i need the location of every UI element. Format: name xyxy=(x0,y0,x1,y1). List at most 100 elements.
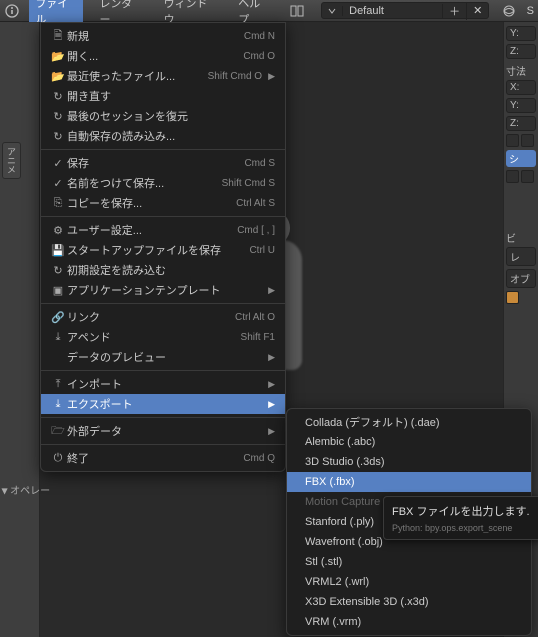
menu-item-label: スタートアップファイルを保存 xyxy=(67,242,249,258)
cube-icon[interactable] xyxy=(506,291,519,304)
lock-icon[interactable] xyxy=(506,134,519,147)
refresh-icon: ↻ xyxy=(49,90,67,103)
pencil-icon[interactable] xyxy=(506,170,519,183)
dim-x[interactable]: X: xyxy=(506,80,536,95)
file-menu-item-25[interactable]: ⏻終了Cmd Q xyxy=(41,448,285,468)
chevron-right-icon: ▶ xyxy=(268,426,275,437)
menu-item-label: 自動保存の読み込み... xyxy=(67,128,275,144)
scene-dropdown[interactable] xyxy=(322,6,343,16)
save-icon: 💾 xyxy=(49,244,67,257)
file-menu-item-12[interactable]: 💾スタートアップファイルを保存Ctrl U xyxy=(41,240,285,260)
scene-link-icon[interactable] xyxy=(501,3,516,19)
export-item-label: X3D Extensible 3D (.x3d) xyxy=(305,596,521,608)
scene-remove-icon[interactable]: ✕ xyxy=(467,3,488,18)
menu-item-label: エクスポート xyxy=(67,396,262,412)
export-item-label: VRML2 (.wrl) xyxy=(305,576,521,588)
export-item-label: Stl (.stl) xyxy=(305,556,521,568)
file-menu-item-18[interactable]: データのプレビュー▶ xyxy=(41,347,285,367)
file-menu-item-20[interactable]: ⤒インポート ▶ xyxy=(41,374,285,394)
scene-name[interactable]: Default xyxy=(343,4,443,18)
info-icon[interactable] xyxy=(4,3,19,19)
file-menu-item-23[interactable]: 🗁外部データ ▶ xyxy=(41,421,285,441)
chevron-right-icon: ▶ xyxy=(268,379,275,390)
file-menu-item-7[interactable]: ✓保存Cmd S xyxy=(41,153,285,173)
world-icon[interactable] xyxy=(521,170,534,183)
menu-item-label: 最後のセッションを復元 xyxy=(67,108,275,124)
scene-selector[interactable]: Default ＋ ✕ xyxy=(321,2,489,19)
menu-item-accel: Cmd O xyxy=(243,51,275,62)
file-menu-item-2[interactable]: 📂最近使ったファイル...Shift Cmd O▶ xyxy=(41,66,285,86)
menu-item-label: リンク xyxy=(67,309,235,325)
menu-item-accel: Ctrl U xyxy=(249,245,275,256)
left-tab[interactable]: アニメ xyxy=(2,142,21,179)
tooltip-python: Python: bpy.ops.export_scene xyxy=(392,523,534,533)
dim-y[interactable]: Y: xyxy=(506,98,536,113)
file-menu-item-5[interactable]: ↻自動保存の読み込み... xyxy=(41,126,285,146)
ext-icon: 🗁 xyxy=(49,422,67,441)
menu-item-label: ユーザー設定... xyxy=(67,222,237,238)
file-menu-item-14[interactable]: ▣アプリケーションテンプレート▶ xyxy=(41,280,285,300)
export-item-8[interactable]: VRML2 (.wrl) xyxy=(287,572,531,592)
export-item-7[interactable]: Stl (.stl) xyxy=(287,552,531,572)
menu-item-label: 新規 xyxy=(67,28,244,44)
file-menu-item-21[interactable]: ⤓エクスポート▶ xyxy=(41,394,285,414)
file-menu-item-0[interactable]: 🗎新規Cmd N xyxy=(41,26,285,46)
file-menu-item-13[interactable]: ↻初期設定を読み込む xyxy=(41,260,285,280)
operator-panel-header[interactable]: ▶オペレー xyxy=(2,482,50,497)
file-menu-item-1[interactable]: 📂開く...Cmd O xyxy=(41,46,285,66)
export-item-1[interactable]: Alembic (.abc) xyxy=(287,432,531,452)
menu-item-label: インポート xyxy=(67,376,262,392)
folder-icon: 📂 xyxy=(49,50,67,63)
coord-y[interactable]: Y: xyxy=(506,26,536,41)
chevron-down-icon: ▶ xyxy=(1,488,10,494)
menu-item-label: アペンド xyxy=(67,329,241,345)
menu-item-accel: Cmd S xyxy=(244,158,275,169)
lock-row xyxy=(506,134,536,147)
export-item-10[interactable]: VRM (.vrm) xyxy=(287,612,531,632)
export-item-3[interactable]: FBX (.fbx) xyxy=(287,472,531,492)
file-menu-item-3[interactable]: ↻開き直す xyxy=(41,86,285,106)
lock-icon[interactable] xyxy=(521,134,534,147)
menu-item-accel: Cmd [ , ] xyxy=(237,225,275,236)
power-icon: ⏻ xyxy=(49,452,67,465)
menu-item-accel: Shift Cmd O xyxy=(208,71,262,82)
left-toolbar: アニメ xyxy=(0,22,40,637)
menu-item-label: アプリケーションテンプレート xyxy=(67,282,262,298)
file-menu-item-8[interactable]: ✓名前をつけて保存...Shift Cmd S xyxy=(41,173,285,193)
menu-item-label: コピーを保存... xyxy=(67,195,236,211)
menu-item-accel: Cmd Q xyxy=(243,453,275,464)
menu-item-accel: Ctrl Alt S xyxy=(236,198,275,209)
dim-z[interactable]: Z: xyxy=(506,116,536,131)
bg-heading: ビ xyxy=(506,230,536,245)
file-menu-item-16[interactable]: 🔗リンクCtrl Alt O xyxy=(41,307,285,327)
cube-icon: ▣ xyxy=(49,284,67,297)
check-icon: ✓ xyxy=(49,157,67,170)
refresh-icon: ↻ xyxy=(49,264,67,277)
file-menu-item-11[interactable]: ⚙ユーザー設定...Cmd [ , ] xyxy=(41,220,285,240)
cube-row xyxy=(506,291,536,304)
bg-item-1[interactable]: オブ xyxy=(506,269,536,288)
link-icon: 🔗 xyxy=(49,311,67,324)
file-menu-item-4[interactable]: ↻最後のセッションを復元 xyxy=(41,106,285,126)
export-item-0[interactable]: Collada (デフォルト) (.dae) xyxy=(287,412,531,432)
layout-icon[interactable] xyxy=(290,3,305,19)
tooltip-title: FBX ファイルを出力します. xyxy=(392,503,534,519)
shade-button[interactable]: シ xyxy=(506,150,536,167)
menu-item-accel: Ctrl Alt O xyxy=(235,312,275,323)
menu-item-label: 最近使ったファイル... xyxy=(67,68,208,84)
file-menu-item-17[interactable]: ⤓アペンドShift F1 xyxy=(41,327,285,347)
scene-add-icon[interactable]: ＋ xyxy=(443,2,467,20)
chevron-right-icon: ▶ xyxy=(268,71,275,82)
file-menu-item-9[interactable]: ⎘コピーを保存...Ctrl Alt S xyxy=(41,193,285,213)
menu-item-accel: Cmd N xyxy=(244,31,275,42)
import-icon: ⤒ xyxy=(49,378,67,391)
export-item-9[interactable]: X3D Extensible 3D (.x3d) xyxy=(287,592,531,612)
menu-item-accel: Shift Cmd S xyxy=(222,178,275,189)
menu-item-label: 終了 xyxy=(67,450,243,466)
export-item-2[interactable]: 3D Studio (.3ds) xyxy=(287,452,531,472)
append-icon: ⤓ xyxy=(49,331,67,344)
check-icon: ✓ xyxy=(49,177,67,190)
bg-item-0[interactable]: レ xyxy=(506,247,536,266)
coord-z[interactable]: Z: xyxy=(506,44,536,59)
menu-item-label: 外部データ xyxy=(67,423,262,439)
